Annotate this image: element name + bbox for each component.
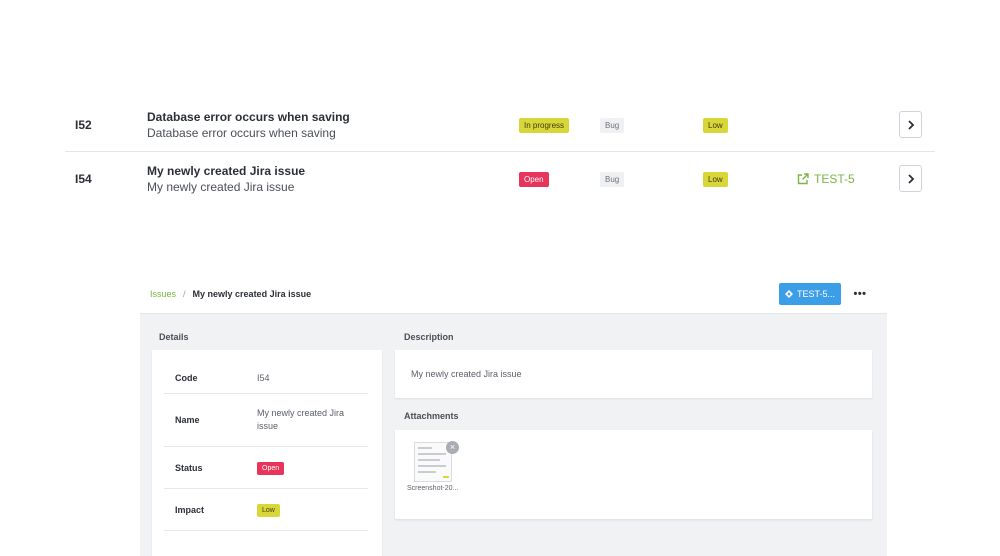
detail-value-name: My newly created Jira issue <box>257 408 345 431</box>
detail-row-name: Name My newly created Jira issue <box>164 394 368 447</box>
detail-row-impact: Impact Low <box>164 489 368 531</box>
attachments-card: × Screenshot-20... <box>395 430 872 519</box>
attachments-heading: Attachments <box>404 411 459 421</box>
status-badge: In progress <box>519 118 570 133</box>
chevron-right-icon <box>907 119 914 130</box>
detail-row-code: Code I54 <box>164 350 368 394</box>
issue-code: I52 <box>75 118 92 132</box>
issue-subtitle: Database error occurs when saving <box>147 126 336 140</box>
issue-row[interactable]: I52 Database error occurs when saving Da… <box>65 98 935 152</box>
jira-issue-link[interactable]: TEST-5 <box>797 172 855 186</box>
open-issue-button[interactable] <box>899 165 922 192</box>
close-icon: × <box>449 442 456 452</box>
jira-button-label: TEST-5... <box>796 289 835 299</box>
external-link-icon <box>797 173 809 185</box>
impact-badge: Low <box>257 504 280 517</box>
impact-badge: Low <box>703 172 728 187</box>
more-dots-icon: ••• <box>853 288 867 300</box>
detail-key: Status <box>175 463 203 473</box>
detail-key: Name <box>175 415 200 425</box>
remove-attachment-button[interactable]: × <box>446 441 459 454</box>
details-heading: Details <box>159 332 189 342</box>
detail-value-code: I54 <box>257 373 270 383</box>
issue-row[interactable]: I54 My newly created Jira issue My newly… <box>65 152 935 206</box>
jira-issue-key: TEST-5 <box>814 172 855 186</box>
detail-row-status: Status Open <box>164 447 368 489</box>
description-heading: Description <box>404 332 454 342</box>
issue-code: I54 <box>75 172 92 186</box>
status-badge: Open <box>519 172 549 187</box>
issue-title: Database error occurs when saving <box>147 110 350 124</box>
details-card: Code I54 Name My newly created Jira issu… <box>152 350 382 556</box>
status-badge: Open <box>257 462 285 475</box>
open-issue-button[interactable] <box>899 111 922 138</box>
description-text: My newly created Jira issue <box>411 369 522 379</box>
issue-subtitle: My newly created Jira issue <box>147 180 295 194</box>
attachment-name: Screenshot-20... <box>407 485 459 492</box>
more-options-button[interactable]: ••• <box>850 285 870 303</box>
chevron-right-icon <box>907 173 914 184</box>
type-badge: Bug <box>600 172 625 187</box>
jira-link-button[interactable]: TEST-5... <box>779 283 841 305</box>
issue-detail-panel: Details Code I54 Name My newly created J… <box>140 313 887 556</box>
type-badge: Bug <box>600 118 625 133</box>
detail-key: Impact <box>175 505 205 515</box>
breadcrumb-issues-link[interactable]: Issues <box>150 289 176 299</box>
issue-list: I52 Database error occurs when saving Da… <box>65 98 935 206</box>
breadcrumb-separator: / <box>183 289 186 299</box>
breadcrumb-current: My newly created Jira issue <box>192 289 312 299</box>
detail-key: Code <box>175 373 198 383</box>
impact-badge: Low <box>703 118 728 133</box>
jira-diamond-icon <box>784 290 793 298</box>
issue-title: My newly created Jira issue <box>147 164 306 178</box>
description-card: My newly created Jira issue <box>395 350 872 398</box>
breadcrumb: Issues / My newly created Jira issue <box>150 289 311 299</box>
